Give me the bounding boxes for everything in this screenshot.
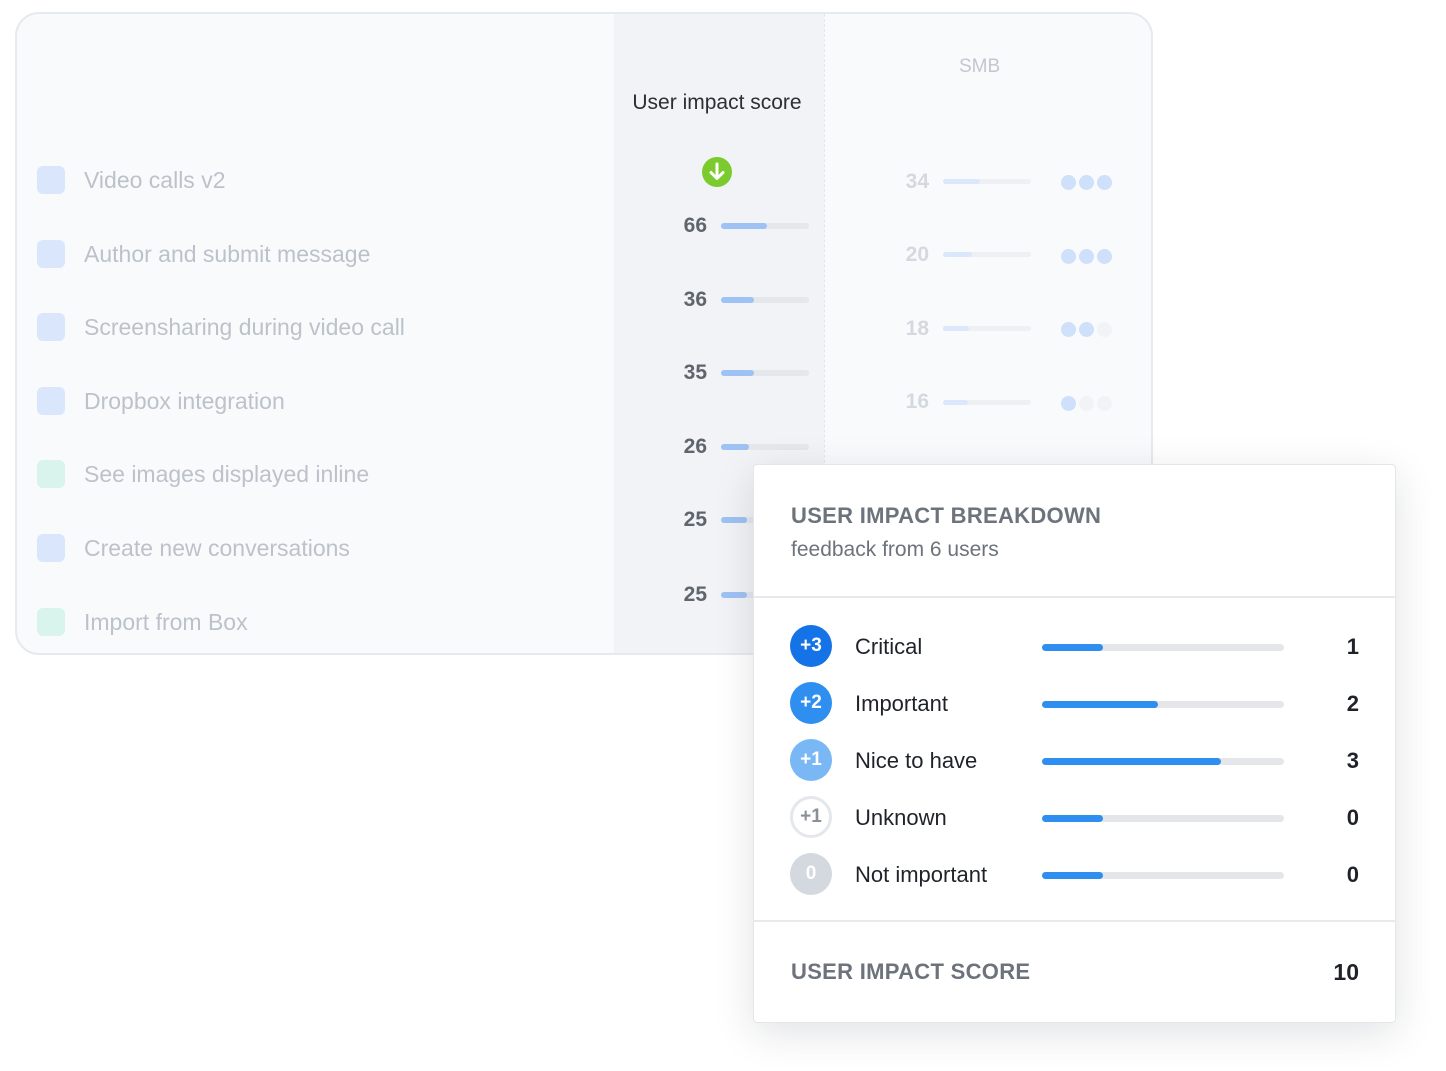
smb-bar	[943, 400, 1031, 405]
user-impact-breakdown-popover: USER IMPACT BREAKDOWN feedback from 6 us…	[753, 464, 1396, 1023]
popover-subtitle: feedback from 6 users	[791, 538, 999, 561]
impact-score-value: 66	[683, 214, 707, 237]
divider	[754, 596, 1395, 598]
breakdown-row: +1 Unknown 0	[754, 796, 1395, 838]
feature-name: Video calls v2	[84, 166, 226, 193]
impact-score-value: 25	[683, 508, 707, 531]
impact-level-badge: +3	[790, 625, 832, 667]
rating-dot	[1079, 322, 1094, 337]
feature-name: Screensharing during video call	[84, 313, 405, 340]
impact-score-bar	[721, 223, 809, 229]
impact-level-label: Important	[855, 691, 948, 716]
rating-dot	[1061, 396, 1076, 411]
impact-level-badge: 0	[790, 853, 832, 895]
feature-name: Create new conversations	[84, 534, 350, 561]
smb-column-header[interactable]: SMB	[959, 56, 1000, 78]
impact-score-bar	[721, 297, 809, 303]
rating-dot	[1061, 249, 1076, 264]
breakdown-row: +1 Nice to have 3	[754, 739, 1395, 781]
impact-score-value: 35	[683, 361, 707, 384]
rating-dot	[1097, 322, 1112, 337]
feature-name: Import from Box	[84, 608, 248, 635]
popover-title: USER IMPACT BREAKDOWN	[791, 503, 1102, 528]
breakdown-row: +3 Critical 1	[754, 625, 1395, 667]
impact-score-bar	[721, 370, 809, 376]
divider	[754, 920, 1395, 922]
smb-bar	[943, 326, 1031, 331]
impact-level-badge: +2	[790, 682, 832, 724]
impact-level-count: 2	[1346, 691, 1359, 716]
impact-level-bar	[1042, 758, 1284, 765]
impact-level-label: Nice to have	[855, 748, 978, 773]
impact-level-label: Not important	[855, 862, 988, 887]
impact-level-label: Unknown	[855, 805, 947, 830]
impact-level-count: 1	[1346, 634, 1359, 659]
feature-row-label[interactable]: Video calls v2	[37, 165, 226, 195]
rating-dot	[1061, 175, 1076, 190]
smb-rating-dots	[1061, 396, 1112, 411]
smb-value: 16	[905, 390, 929, 413]
rating-dot	[1061, 322, 1076, 337]
smb-bar	[943, 252, 1031, 257]
total-score-label: USER IMPACT SCORE	[791, 959, 1031, 984]
feature-row-label[interactable]: Author and submit message	[37, 239, 370, 269]
smb-rating-dots	[1061, 322, 1112, 337]
rating-dot	[1079, 175, 1094, 190]
row-checkbox[interactable]	[37, 534, 65, 562]
breakdown-row: 0 Not important 0	[754, 853, 1395, 895]
impact-level-bar	[1042, 872, 1284, 879]
impact-level-bar	[1042, 701, 1284, 708]
breakdown-row: +2 Important 2	[754, 682, 1395, 724]
rating-dot	[1079, 396, 1094, 411]
impact-level-badge: +1	[790, 739, 832, 781]
row-checkbox[interactable]	[37, 313, 65, 341]
impact-score-value: 25	[683, 583, 707, 606]
rating-dot	[1079, 249, 1094, 264]
feature-row-label[interactable]: Screensharing during video call	[37, 312, 405, 342]
row-checkbox[interactable]	[37, 166, 65, 194]
arrow-down-icon[interactable]	[702, 157, 732, 187]
impact-level-bar	[1042, 644, 1284, 651]
row-checkbox[interactable]	[37, 460, 65, 488]
impact-level-count: 3	[1346, 748, 1359, 773]
smb-rating-dots	[1061, 175, 1112, 190]
smb-value: 18	[905, 317, 929, 340]
feature-name: Dropbox integration	[84, 387, 285, 414]
smb-rating-dots	[1061, 249, 1112, 264]
feature-row-label[interactable]: See images displayed inline	[37, 459, 369, 489]
feature-row-label[interactable]: Dropbox integration	[37, 386, 285, 416]
user-impact-score-header[interactable]: User impact score	[631, 90, 803, 116]
rating-dot	[1097, 249, 1112, 264]
row-checkbox[interactable]	[37, 608, 65, 636]
smb-value: 20	[905, 243, 929, 266]
impact-score-value: 26	[683, 435, 707, 458]
impact-score-bar	[721, 444, 809, 450]
row-checkbox[interactable]	[37, 240, 65, 268]
rating-dot	[1097, 175, 1112, 190]
row-checkbox[interactable]	[37, 387, 65, 415]
rating-dot	[1097, 396, 1112, 411]
feature-row-label[interactable]: Import from Box	[37, 607, 248, 637]
feature-row-label[interactable]: Create new conversations	[37, 533, 350, 563]
impact-level-count: 0	[1346, 862, 1359, 887]
smb-value: 34	[905, 170, 929, 193]
feature-name: Author and submit message	[84, 240, 371, 267]
total-score-value: 10	[1333, 959, 1359, 985]
impact-level-bar	[1042, 815, 1284, 822]
smb-bar	[943, 179, 1031, 184]
impact-level-count: 0	[1346, 805, 1359, 830]
feature-name: See images displayed inline	[84, 460, 370, 487]
impact-level-badge: +1	[790, 796, 832, 838]
impact-score-value: 36	[683, 288, 707, 311]
impact-level-label: Critical	[855, 634, 923, 659]
